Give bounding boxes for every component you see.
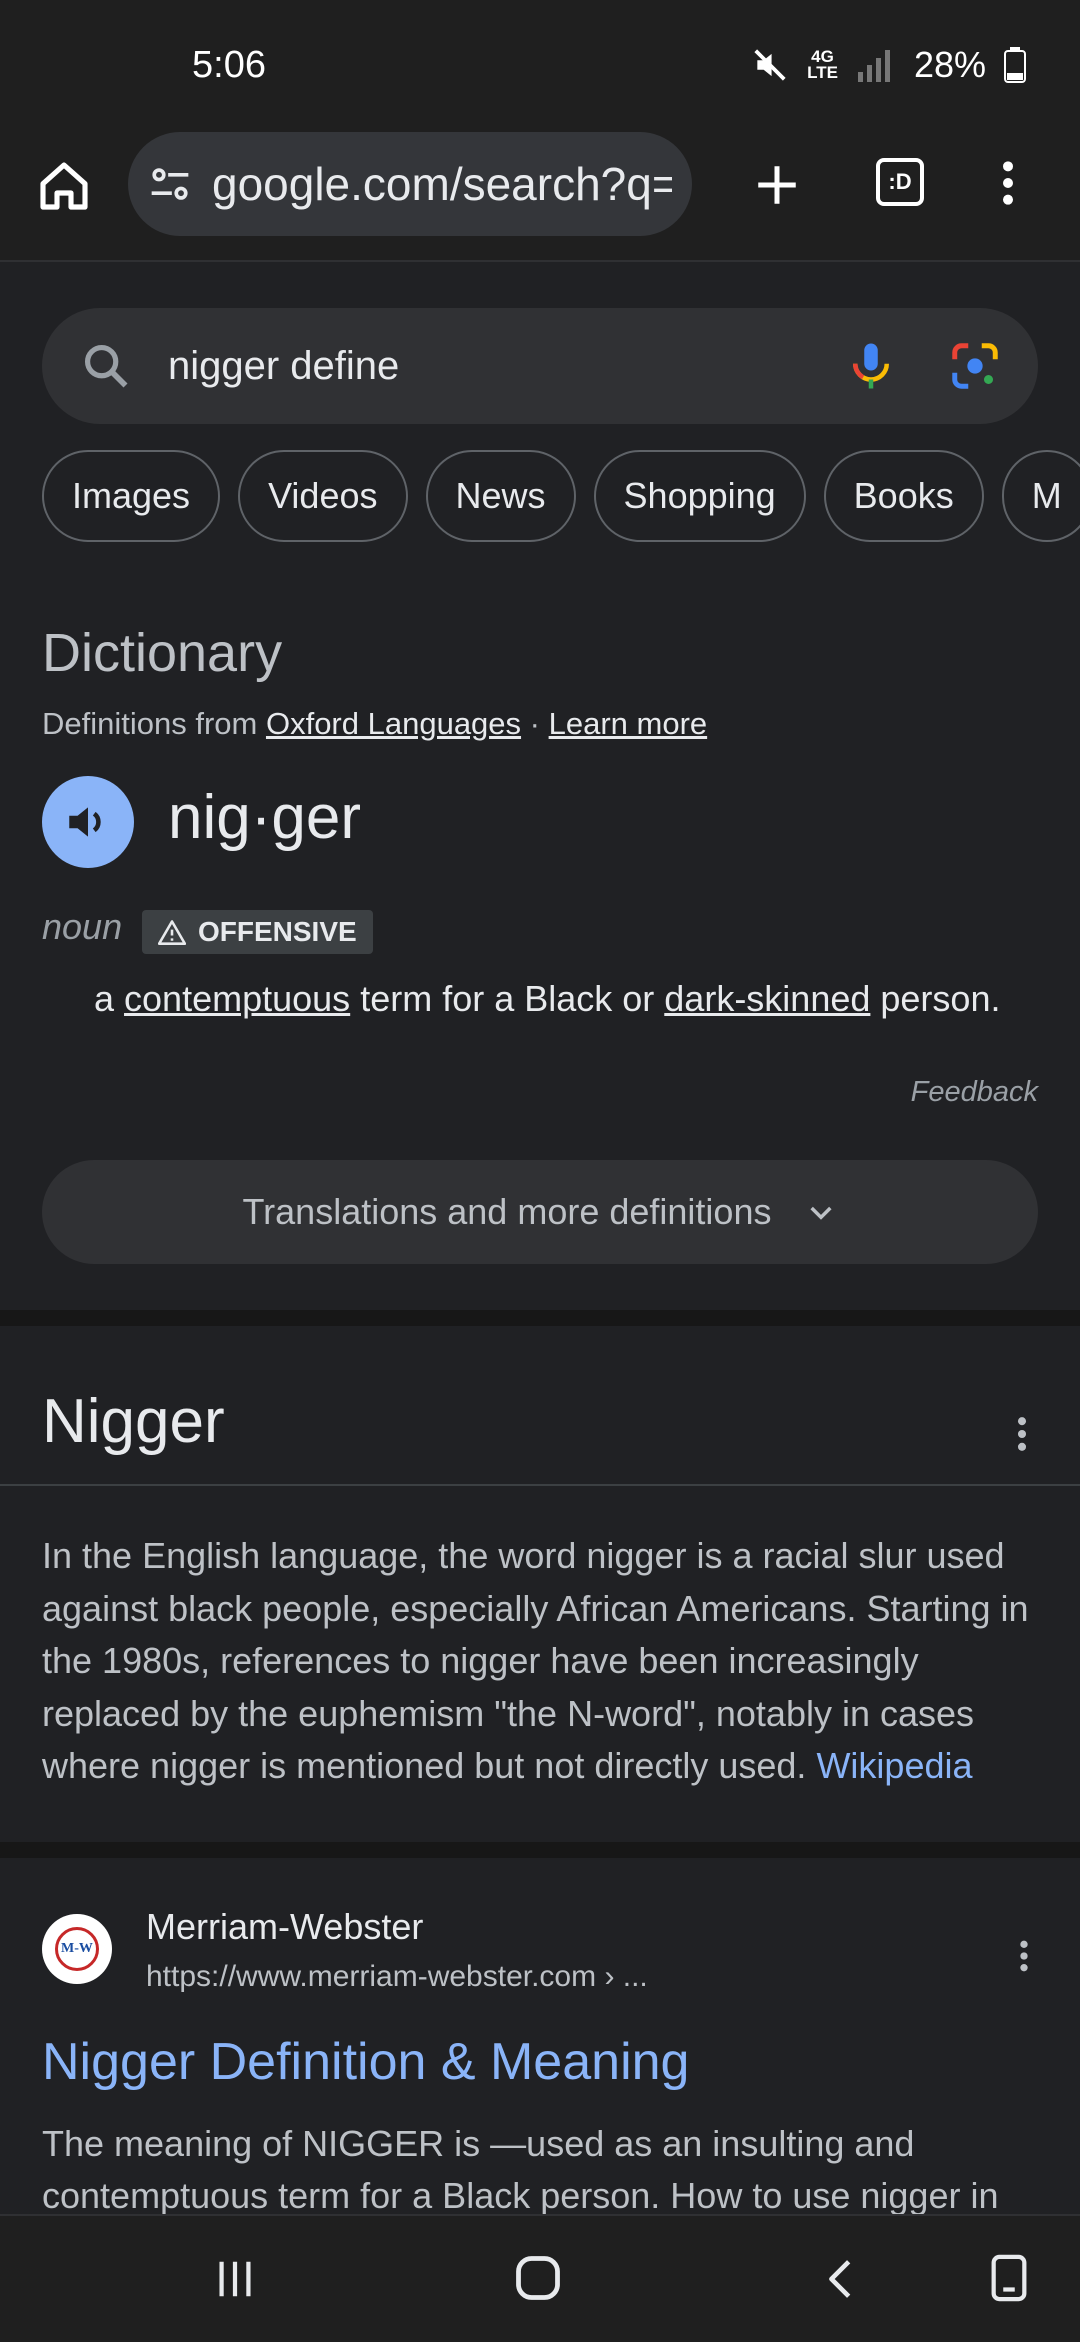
- search-filter-chips: Images Videos News Shopping Books M: [42, 450, 1080, 542]
- search-box[interactable]: nigger define: [42, 308, 1038, 424]
- favicon-text: M-W: [55, 1927, 99, 1971]
- part-of-speech: noun: [42, 906, 123, 947]
- search-input[interactable]: nigger define: [168, 344, 844, 389]
- divider: [0, 1484, 1080, 1486]
- recent-apps-icon[interactable]: [212, 2256, 258, 2302]
- chip-shopping[interactable]: Shopping: [593, 450, 806, 542]
- battery-icon: [1004, 47, 1026, 83]
- site-settings-icon[interactable]: [148, 162, 192, 206]
- address-bar[interactable]: google.com/search?q=: [128, 132, 692, 236]
- screen-orientation-icon[interactable]: [986, 2252, 1032, 2304]
- translations-button-label: Translations and more definitions: [242, 1191, 772, 1232]
- def-part: person.: [870, 978, 1001, 1019]
- mute-icon: [754, 49, 786, 81]
- merriam-webster-favicon: M-W: [42, 1914, 112, 1984]
- result-title-link[interactable]: Nigger Definition & Meaning: [42, 2032, 689, 2092]
- feedback-link[interactable]: Feedback: [911, 1076, 1038, 1109]
- signal-icon: [857, 50, 890, 82]
- knowledge-panel-description: In the English language, the word nigger…: [42, 1530, 1038, 1793]
- headword: nig·ger: [168, 783, 361, 852]
- wikipedia-link[interactable]: Wikipedia: [816, 1745, 972, 1786]
- network-type-icon: 4G LTE: [807, 47, 838, 82]
- chevron-down-icon: [810, 1206, 833, 1220]
- offensive-label-text: OFFENSIVE: [198, 916, 357, 947]
- oxford-languages-link[interactable]: Oxford Languages: [266, 706, 521, 741]
- chip-news[interactable]: News: [425, 450, 576, 542]
- learn-more-link[interactable]: Learn more: [549, 706, 708, 741]
- result-more-icon[interactable]: [1014, 1936, 1034, 1976]
- dictionary-heading: Dictionary: [42, 623, 283, 683]
- url-text: google.com/search?q=: [212, 158, 672, 210]
- result-snippet: The meaning of NIGGER is —used as an ins…: [42, 2123, 999, 2216]
- speaker-icon: [69, 807, 101, 837]
- def-part: a: [94, 978, 125, 1019]
- result-url[interactable]: https://www.merriam-webster.com › ...: [146, 1960, 648, 1994]
- source-prefix: Definitions from: [42, 706, 266, 741]
- home-button-icon[interactable]: [512, 2252, 564, 2304]
- dark-skinned-link[interactable]: dark-skinned: [664, 978, 870, 1019]
- section-divider: [0, 1842, 1080, 1858]
- chip-images[interactable]: Images: [42, 450, 221, 542]
- status-time: 5:06: [192, 44, 266, 86]
- def-part: term for a Black or: [350, 978, 665, 1019]
- chip-more[interactable]: M: [1001, 450, 1080, 542]
- more-menu-icon[interactable]: [988, 158, 1028, 208]
- status-icons: 4G LTE 28%: [751, 44, 1026, 86]
- back-icon[interactable]: [818, 2254, 864, 2304]
- source-separator: ·: [521, 706, 549, 741]
- voice-search-icon[interactable]: [844, 339, 898, 393]
- offensive-label: OFFENSIVE: [142, 910, 373, 954]
- search-icon: [84, 344, 128, 388]
- battery-percent: 28%: [913, 44, 986, 85]
- pronunciation-button[interactable]: [42, 776, 134, 868]
- definition-text: a contemptuous term for a Black or dark-…: [94, 978, 1000, 1020]
- tab-switcher-button[interactable]: :D: [876, 158, 924, 206]
- chip-books[interactable]: Books: [823, 450, 984, 542]
- dictionary-source: Definitions from Oxford Languages · Lear…: [42, 706, 707, 742]
- result-site-name[interactable]: Merriam-Webster: [146, 1906, 423, 1948]
- chip-videos[interactable]: Videos: [238, 450, 408, 542]
- translations-button[interactable]: Translations and more definitions: [42, 1160, 1038, 1264]
- contemptuous-link[interactable]: contemptuous: [124, 978, 350, 1019]
- google-lens-icon[interactable]: [948, 339, 1002, 393]
- new-tab-icon[interactable]: [752, 160, 802, 210]
- section-divider: [0, 1310, 1080, 1326]
- warning-icon: [158, 920, 186, 945]
- knowledge-panel-title: Nigger: [42, 1387, 225, 1456]
- more-options-icon[interactable]: [1010, 1412, 1034, 1456]
- home-icon[interactable]: [36, 158, 92, 214]
